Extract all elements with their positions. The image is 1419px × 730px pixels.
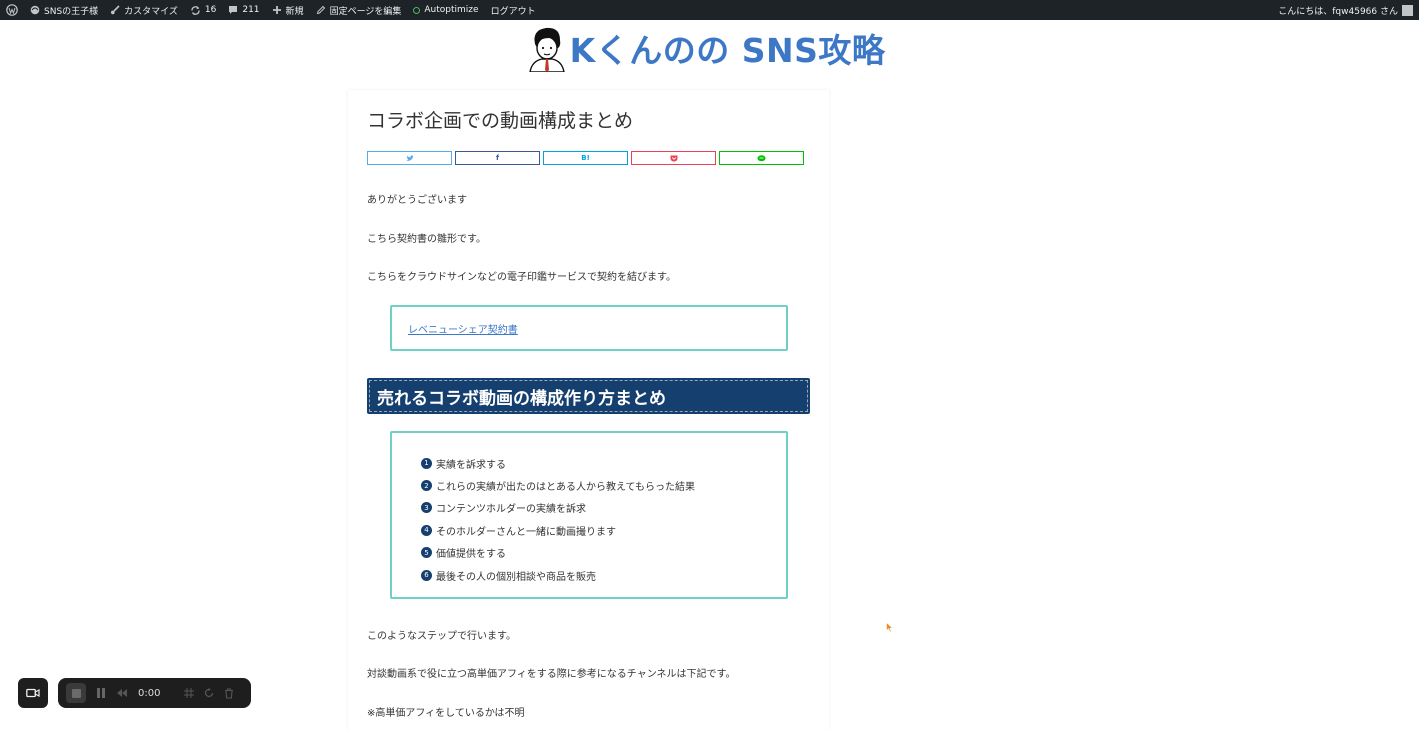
list-item: 1 実績を訴求する: [421, 452, 695, 474]
admin-logout[interactable]: ログアウト: [485, 0, 542, 20]
admin-site-name[interactable]: SNSの王子様: [24, 0, 104, 20]
line-icon: [757, 154, 766, 161]
step-text: 価値提供をする: [436, 549, 506, 561]
step-number-badge: 2: [421, 480, 432, 492]
share-hatena-button[interactable]: B!: [543, 151, 628, 165]
greeting-label: こんにちは、fqw45966 さん: [1278, 6, 1398, 17]
recorder-toolbar: 0:00: [58, 678, 251, 708]
paragraph-channels: 対談動画系で役に立つ高単価アフィをする際に参考になるチャンネルは下記です。: [367, 669, 736, 680]
hatena-icon: B!: [581, 154, 590, 162]
site-name-label: SNSの王子様: [44, 6, 99, 17]
status-dot-icon: [413, 6, 421, 14]
admin-edit-page[interactable]: 固定ページを編集: [310, 0, 408, 20]
list-item: 3 コンテンツホルダーの実績を訴求: [421, 497, 695, 519]
home-icon: [30, 5, 40, 15]
share-pocket-button[interactable]: [631, 151, 716, 165]
logout-label: ログアウト: [490, 6, 536, 17]
new-label: 新規: [285, 6, 304, 17]
paragraph-steps-note: このようなステップで行います。: [367, 631, 516, 642]
pencil-icon: [316, 5, 325, 15]
step-text: コンテンツホルダーの実績を訴求: [436, 504, 586, 516]
article-card: コラボ企画での動画構成まとめ f B! ありがとうございます こちら契約書の雛形…: [348, 90, 829, 730]
stop-icon: [71, 688, 81, 698]
pocket-icon: [670, 155, 677, 161]
share-twitter-button[interactable]: [367, 151, 452, 165]
camera-icon: [26, 688, 40, 698]
list-item: 5 価値提供をする: [421, 542, 695, 564]
updates-icon: [191, 5, 200, 15]
site-header: Kくんのの SNS攻略: [0, 20, 1419, 75]
wordpress-logo-icon[interactable]: [0, 0, 24, 20]
comment-icon: [229, 6, 238, 14]
step-number-badge: 3: [421, 502, 432, 514]
grid-icon[interactable]: [184, 688, 195, 698]
step-text: 最後その人の個別相談や商品を販売: [436, 571, 596, 583]
character-avatar-icon: [528, 27, 565, 72]
brush-icon: [111, 5, 120, 15]
section-heading-text: 売れるコラボ動画の構成作り方まとめ: [369, 380, 808, 412]
rewind-icon[interactable]: [116, 688, 128, 698]
share-facebook-button[interactable]: f: [455, 151, 540, 165]
list-item: 4 そのホルダーさんと一緒に動画撮ります: [421, 519, 695, 541]
trash-icon[interactable]: [224, 687, 234, 699]
step-number-badge: 1: [421, 457, 432, 469]
avatar: [1402, 4, 1413, 16]
comments-count: 211: [242, 5, 260, 15]
article-title: コラボ企画での動画構成まとめ: [367, 110, 634, 132]
admin-customize[interactable]: カスタマイズ: [104, 0, 184, 20]
admin-comments[interactable]: 211: [222, 0, 265, 20]
admin-updates[interactable]: 16: [184, 0, 222, 20]
restart-icon[interactable]: [204, 688, 214, 698]
paragraph-thanks: ありがとうございます: [367, 195, 467, 206]
admin-bar: SNSの王子様 カスタマイズ 16 211 新規 固定ページを編集 Autopt…: [0, 0, 1419, 20]
list-item: 6 最後その人の個別相談や商品を販売: [421, 564, 695, 586]
site-title: Kくんのの SNS攻略: [569, 30, 886, 70]
admin-new[interactable]: 新規: [266, 0, 310, 20]
paragraph-template: こちら契約書の雛形です。: [367, 234, 486, 245]
step-text: これらの実績が出たのはとある人から教えてもらった結果: [436, 482, 695, 494]
step-number-badge: 6: [421, 569, 432, 581]
steps-box: 1 実績を訴求する 2 これらの実績が出たのはとある人から教えてもらった結果 3 コンテン…: [390, 431, 788, 599]
customize-label: カスタマイズ: [124, 6, 178, 17]
admin-account[interactable]: こんにちは、fqw45966 さん: [1272, 0, 1419, 20]
pause-icon[interactable]: [96, 687, 106, 699]
edit-page-label: 固定ページを編集: [329, 6, 402, 17]
camera-toggle-button[interactable]: [18, 678, 48, 708]
contract-link-box: レベニューシェア契約書: [390, 305, 788, 351]
plus-icon: [272, 6, 281, 14]
contract-link[interactable]: レベニューシェア契約書: [408, 321, 518, 336]
recording-time: 0:00: [138, 687, 161, 699]
paragraph-esign: こちらをクラウドサインなどの電子印鑑サービスで契約を結びます。: [367, 272, 676, 283]
updates-count: 16: [204, 5, 217, 15]
step-number-badge: 5: [421, 547, 432, 559]
mouse-cursor-icon: [886, 622, 894, 633]
admin-autoptimize[interactable]: Autoptimize: [407, 0, 484, 20]
step-text: 実績を訴求する: [436, 459, 506, 471]
steps-list: 1 実績を訴求する 2 これらの実績が出たのはとある人から教えてもらった結果 3 コンテン…: [421, 452, 695, 586]
list-item: 2 これらの実績が出たのはとある人から教えてもらった結果: [421, 474, 695, 496]
share-buttons: f B!: [367, 151, 804, 165]
paragraph-disclaimer: ※高単価アフィをしているかは不明: [367, 708, 525, 719]
step-number-badge: 4: [421, 524, 432, 536]
section-heading: 売れるコラボ動画の構成作り方まとめ: [367, 378, 810, 414]
stop-button[interactable]: [66, 683, 86, 703]
autoptimize-label: Autoptimize: [424, 5, 479, 15]
step-text: そのホルダーさんと一緒に動画撮ります: [436, 526, 616, 538]
facebook-icon: f: [495, 154, 500, 162]
site-logo[interactable]: Kくんのの SNS攻略: [528, 24, 886, 72]
twitter-icon: [406, 154, 414, 161]
share-line-button[interactable]: [719, 151, 804, 165]
